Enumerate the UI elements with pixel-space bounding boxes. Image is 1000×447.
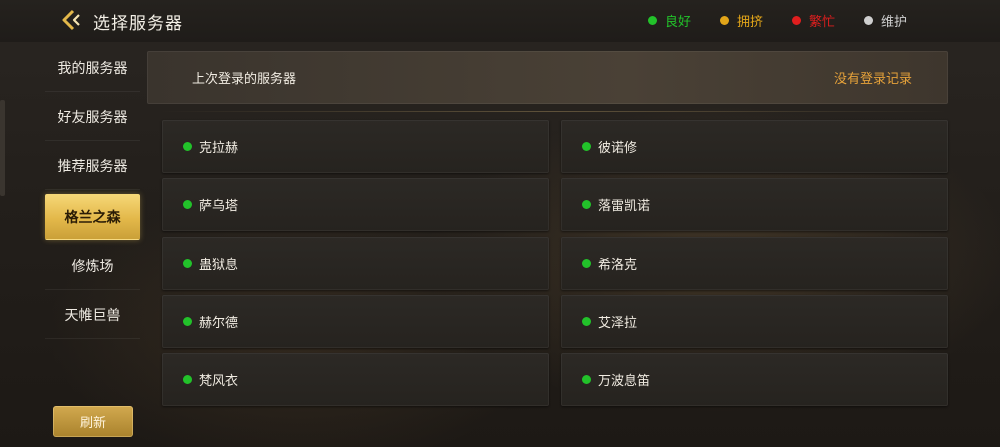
server-item[interactable]: 落雷凯诺: [561, 178, 948, 231]
status-crowded-dot: [720, 15, 729, 25]
server-item[interactable]: 克拉赫: [162, 120, 549, 173]
sidebar-item-recommended-servers[interactable]: 推荐服务器: [45, 142, 140, 190]
back-arrow-icon[interactable]: [60, 9, 82, 31]
status-good-dot: [183, 259, 192, 268]
sidebar-item-training-ground[interactable]: 修炼场: [45, 242, 140, 290]
status-good-dot: [582, 200, 591, 209]
server-item[interactable]: 梵风衣: [162, 353, 549, 406]
sidebar-item-sky-behemoth[interactable]: 天帷巨兽: [45, 291, 140, 339]
status-busy-dot: [792, 15, 801, 25]
server-name: 梵风衣: [199, 374, 239, 389]
server-name: 希洛克: [598, 258, 638, 273]
top-bar: 选择服务器 良好 拥挤 繁忙 维护: [0, 0, 1000, 42]
section-divider: [160, 111, 948, 112]
legend-busy: 繁忙: [792, 11, 836, 30]
legend-crowded: 拥挤: [720, 11, 764, 30]
legend-label: 良好: [665, 14, 692, 30]
status-maintenance-dot: [864, 15, 873, 25]
server-name: 蛊狱息: [199, 258, 239, 273]
server-name: 艾泽拉: [598, 316, 638, 331]
refresh-button[interactable]: 刷新: [53, 406, 133, 437]
status-good-dot: [183, 142, 192, 151]
status-good-dot: [648, 15, 657, 25]
legend-label: 拥挤: [737, 14, 764, 30]
sidebar-scrollbar[interactable]: [0, 100, 5, 196]
sidebar-item-my-servers[interactable]: 我的服务器: [45, 44, 140, 92]
status-good-dot: [183, 200, 192, 209]
legend-maintenance: 维护: [864, 11, 908, 30]
server-category-sidebar: 我的服务器 好友服务器 推荐服务器 格兰之森 修炼场 天帷巨兽: [0, 42, 145, 447]
server-item[interactable]: 希洛克: [561, 237, 948, 290]
sidebar-item-friend-servers[interactable]: 好友服务器: [45, 93, 140, 141]
server-item[interactable]: 彼诺修: [561, 120, 948, 173]
status-good-dot: [183, 375, 192, 384]
last-login-record[interactable]: 没有登录记录: [834, 68, 912, 87]
status-good-dot: [582, 375, 591, 384]
status-good-dot: [582, 317, 591, 326]
server-item[interactable]: 萨乌塔: [162, 178, 549, 231]
server-item[interactable]: 赫尔德: [162, 295, 549, 348]
status-good-dot: [582, 142, 591, 151]
page-title: 选择服务器: [93, 14, 183, 34]
server-name: 万波息笛: [598, 374, 651, 389]
server-name: 赫尔德: [199, 316, 239, 331]
server-item[interactable]: 蛊狱息: [162, 237, 549, 290]
server-name: 彼诺修: [598, 141, 638, 156]
server-item[interactable]: 万波息笛: [561, 353, 948, 406]
server-name: 落雷凯诺: [598, 199, 651, 214]
legend-label: 维护: [881, 14, 908, 30]
legend-label: 繁忙: [809, 14, 836, 30]
status-good-dot: [183, 317, 192, 326]
last-login-label: 上次登录的服务器: [192, 72, 297, 87]
server-name: 克拉赫: [199, 141, 239, 156]
status-good-dot: [582, 259, 591, 268]
legend-good: 良好: [648, 11, 692, 30]
last-login-panel: 上次登录的服务器 没有登录记录: [147, 51, 948, 104]
server-name: 萨乌塔: [199, 199, 239, 214]
server-item[interactable]: 艾泽拉: [561, 295, 948, 348]
sidebar-item-grand-forest[interactable]: 格兰之森: [45, 194, 140, 240]
